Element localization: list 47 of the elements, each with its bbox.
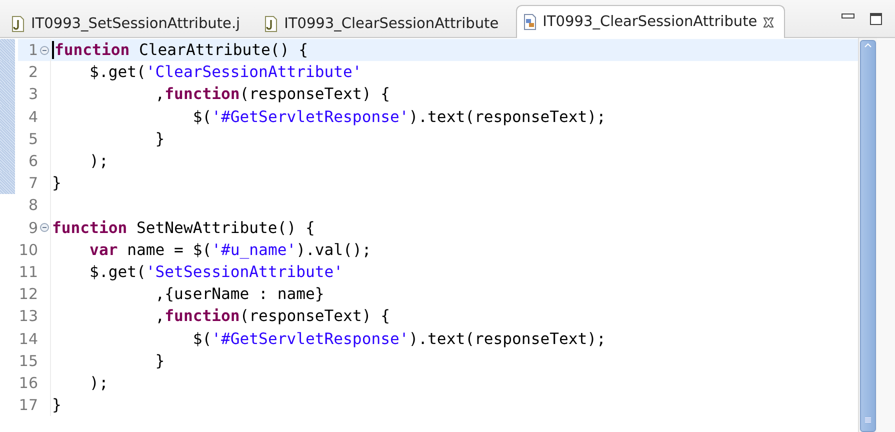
line-number: 11 bbox=[18, 262, 38, 281]
minimize-icon[interactable] bbox=[841, 12, 855, 20]
line-number: 17 bbox=[18, 396, 38, 414]
line-number: 15 bbox=[18, 352, 38, 370]
code-line: ,function(responseText) { bbox=[154, 307, 390, 326]
grip-icon bbox=[865, 417, 871, 423]
line-number: 7 bbox=[27, 174, 38, 192]
code-line: $('#GetServletResponse').text(responseText); bbox=[192, 330, 606, 348]
close-icon[interactable] bbox=[763, 16, 774, 28]
code-line: ); bbox=[88, 152, 108, 170]
maximize-icon[interactable] bbox=[869, 12, 883, 26]
editor-tab[interactable]: IT0993_ClearSessionAttribute bbox=[516, 5, 786, 38]
code-line: } bbox=[154, 130, 165, 148]
code-line: ,{userName : name} bbox=[154, 285, 324, 304]
line-number: 14 bbox=[18, 330, 38, 348]
code-line: } bbox=[154, 352, 165, 370]
line-number: 9 bbox=[27, 218, 38, 237]
code-line: function ClearAttribute() { bbox=[54, 41, 308, 60]
code-line: ); bbox=[88, 374, 108, 392]
line-number: 4 bbox=[27, 108, 38, 126]
code-line: var name = $('#u_name').val(); bbox=[88, 240, 372, 259]
editor-tab[interactable]: IT0993_ClearSessionAttribute bbox=[257, 8, 510, 38]
line-number: 8 bbox=[27, 196, 38, 214]
code-line: } bbox=[52, 396, 62, 414]
text-cursor bbox=[52, 41, 54, 60]
scrollbar[interactable] bbox=[858, 38, 877, 432]
collapse-icon[interactable] bbox=[40, 223, 48, 232]
collapse-icon[interactable] bbox=[40, 46, 48, 55]
line-number: 5 bbox=[27, 130, 38, 148]
line-number: 16 bbox=[18, 374, 38, 392]
file-icon bbox=[11, 16, 25, 32]
line-number: 10 bbox=[18, 240, 38, 259]
file-icon bbox=[522, 14, 537, 30]
line-number: 12 bbox=[18, 285, 38, 304]
code-line: $.get('ClearSessionAttribute' bbox=[88, 63, 362, 82]
code-line: } bbox=[52, 174, 62, 192]
code-line: ,function(responseText) { bbox=[154, 85, 390, 104]
editor-tab[interactable]: IT0993_SetSessionAttribute.j bbox=[4, 8, 252, 38]
code-line: $.get('SetSessionAttribute' bbox=[88, 262, 344, 281]
line-number: 3 bbox=[27, 85, 38, 104]
line-number: 6 bbox=[27, 152, 38, 170]
code-line: function SetNewAttribute() { bbox=[52, 218, 315, 237]
code-line: $('#GetServletResponse').text(responseText); bbox=[192, 108, 606, 126]
line-number: 2 bbox=[27, 63, 38, 82]
line-number: 1 bbox=[27, 41, 38, 60]
line-number: 13 bbox=[18, 307, 38, 326]
file-icon bbox=[264, 16, 278, 32]
